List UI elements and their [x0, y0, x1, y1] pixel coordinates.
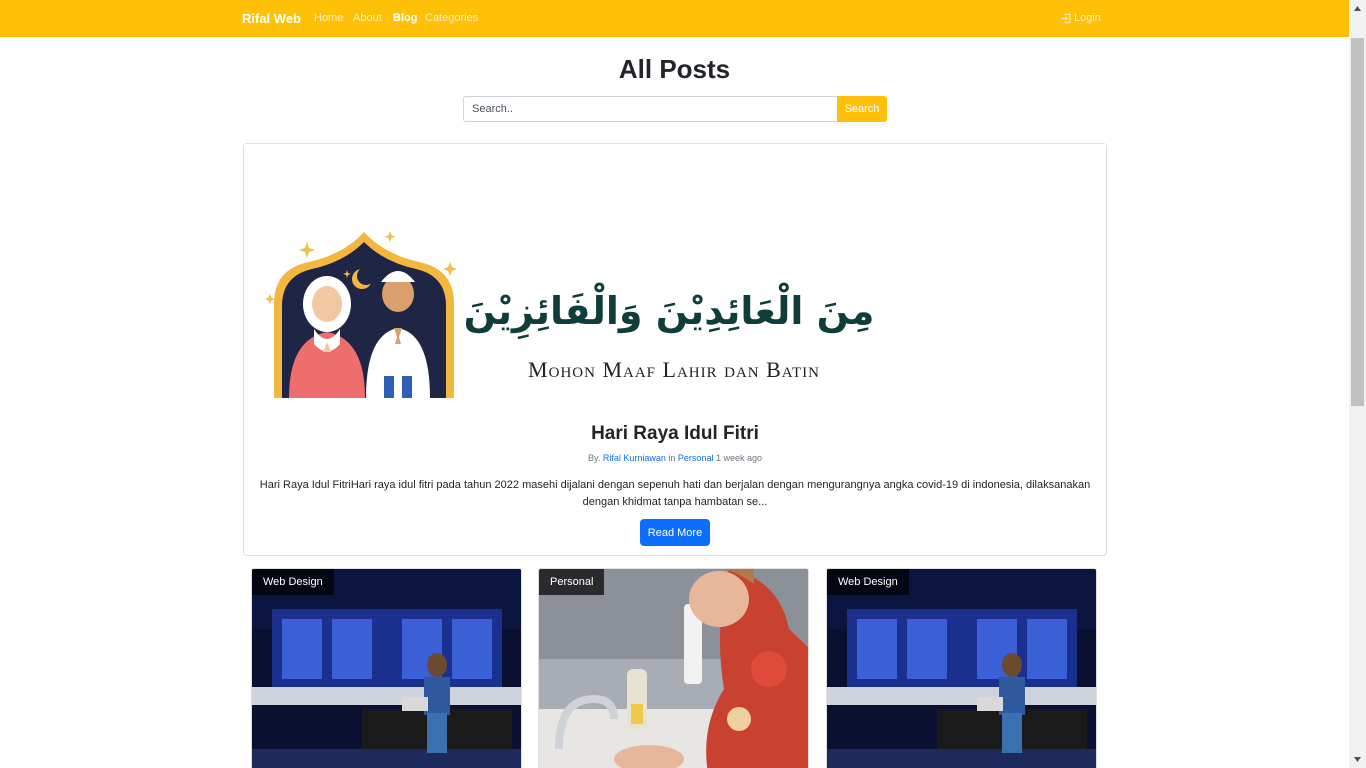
nav-link-home[interactable]: Home [314, 12, 343, 24]
scroll-up-arrow-icon[interactable] [1349, 0, 1366, 17]
scroll-down-arrow-icon[interactable] [1349, 751, 1366, 768]
category-link[interactable]: Personal [678, 453, 714, 463]
login-label: Login [1074, 12, 1101, 24]
post-thumbnail-handwashing [539, 569, 808, 768]
search-button[interactable]: Search [837, 96, 887, 122]
search-input[interactable] [463, 96, 838, 122]
post-category-badge[interactable]: Web Design [252, 569, 334, 595]
featured-post-meta: By. Rifal Kurniawan in Personal 1 week a… [244, 453, 1106, 463]
post-category-badge[interactable]: Web Design [827, 569, 909, 595]
page-title: All Posts [618, 54, 731, 84]
login-link[interactable]: Login [1061, 12, 1101, 24]
post-card[interactable]: Personal [538, 568, 809, 768]
featured-post-card: مِنَ الْعَائِدِيْنَ وَالْفَائِزِيْنَ Moh… [243, 143, 1107, 556]
post-thumbnail-server-room [252, 569, 521, 768]
page-scrollbar[interactable] [1349, 0, 1366, 768]
featured-image-arabic: مِنَ الْعَائِدِيْنَ وَالْفَائِزِيْنَ [464, 282, 875, 341]
read-more-button[interactable]: Read More [640, 519, 710, 546]
featured-post-excerpt: Hari Raya Idul FitriHari raya idul fitri… [259, 479, 1091, 508]
post-card[interactable]: Web Design [251, 568, 522, 768]
brand-link[interactable]: Rifal Web [242, 11, 301, 26]
login-icon [1061, 13, 1071, 23]
scrollbar-thumb[interactable] [1351, 38, 1364, 406]
nav-link-blog[interactable]: Blog [393, 12, 417, 24]
author-link[interactable]: Rifal Kurniawan [603, 453, 666, 463]
meta-in-label: in [668, 453, 676, 463]
featured-post-image: مِنَ الْعَائِدِيْنَ وَالْفَائِزِيْنَ Moh… [244, 144, 1106, 409]
meta-by-label: By. [587, 453, 601, 463]
meta-time: 1 week ago [715, 453, 763, 463]
nav-link-about[interactable]: About [353, 12, 382, 24]
post-card[interactable]: Web Design [826, 568, 1097, 768]
featured-image-caption: Mohon Maaf Lahir dan Batin [528, 357, 820, 382]
featured-post-title[interactable]: Hari Raya Idul Fitri [244, 423, 1106, 445]
navbar: Rifal Web Home About Blog Categories Log… [0, 0, 1349, 37]
post-category-badge[interactable]: Personal [539, 569, 605, 595]
nav-link-categories[interactable]: Categories [425, 12, 478, 24]
post-thumbnail-server-room [827, 569, 1096, 768]
